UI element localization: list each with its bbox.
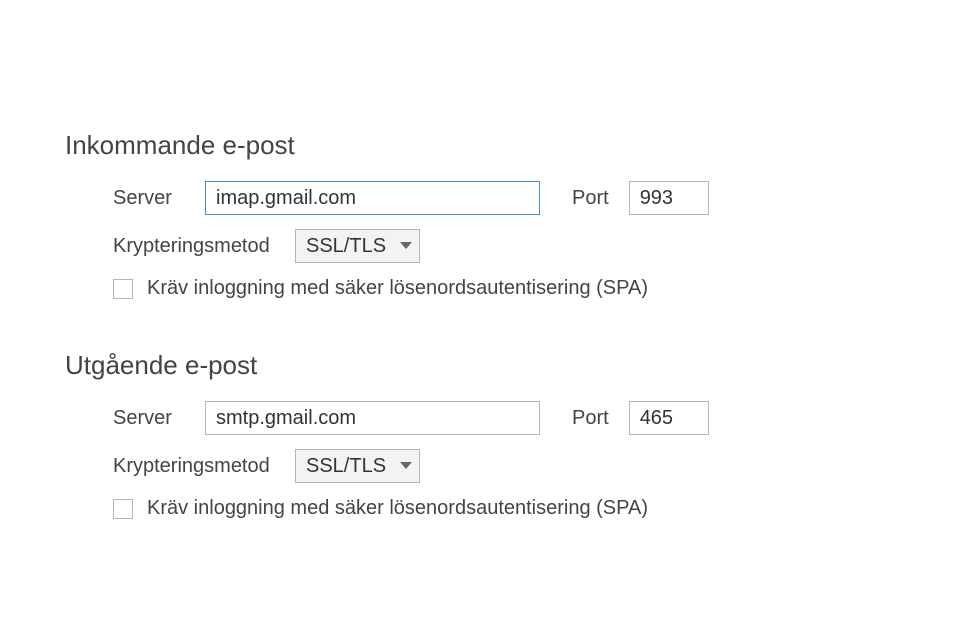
outgoing-mail-title: Utgående e-post [65,350,965,381]
outgoing-spa-row: Kräv inloggning med säker lösenordsauten… [65,497,965,520]
outgoing-port-input[interactable] [629,401,709,435]
incoming-server-row: Server Port [65,181,965,215]
outgoing-encryption-label: Krypteringsmetod [113,455,283,478]
outgoing-mail-section: Utgående e-post Server Port Krypteringsm… [65,350,965,520]
incoming-encryption-label: Krypteringsmetod [113,235,283,258]
incoming-encryption-select[interactable]: SSL/TLS [295,229,420,263]
outgoing-port-label: Port [572,407,609,430]
incoming-encryption-row: Krypteringsmetod SSL/TLS [65,229,965,263]
outgoing-server-row: Server Port [65,401,965,435]
incoming-server-label: Server [113,187,193,210]
outgoing-encryption-value: SSL/TLS [306,455,386,478]
incoming-spa-label[interactable]: Kräv inloggning med säker lösenordsauten… [147,277,648,300]
incoming-server-input[interactable] [205,181,540,215]
outgoing-encryption-select[interactable]: SSL/TLS [295,449,420,483]
outgoing-spa-label[interactable]: Kräv inloggning med säker lösenordsauten… [147,497,648,520]
outgoing-server-input[interactable] [205,401,540,435]
incoming-spa-row: Kräv inloggning med säker lösenordsauten… [65,277,965,300]
incoming-port-label: Port [572,187,609,210]
incoming-mail-title: Inkommande e-post [65,130,965,161]
outgoing-server-label: Server [113,407,193,430]
outgoing-spa-checkbox[interactable] [113,499,133,519]
incoming-encryption-value: SSL/TLS [306,235,386,258]
incoming-spa-checkbox[interactable] [113,279,133,299]
incoming-mail-section: Inkommande e-post Server Port Kryptering… [65,130,965,300]
outgoing-encryption-row: Krypteringsmetod SSL/TLS [65,449,965,483]
incoming-port-input[interactable] [629,181,709,215]
